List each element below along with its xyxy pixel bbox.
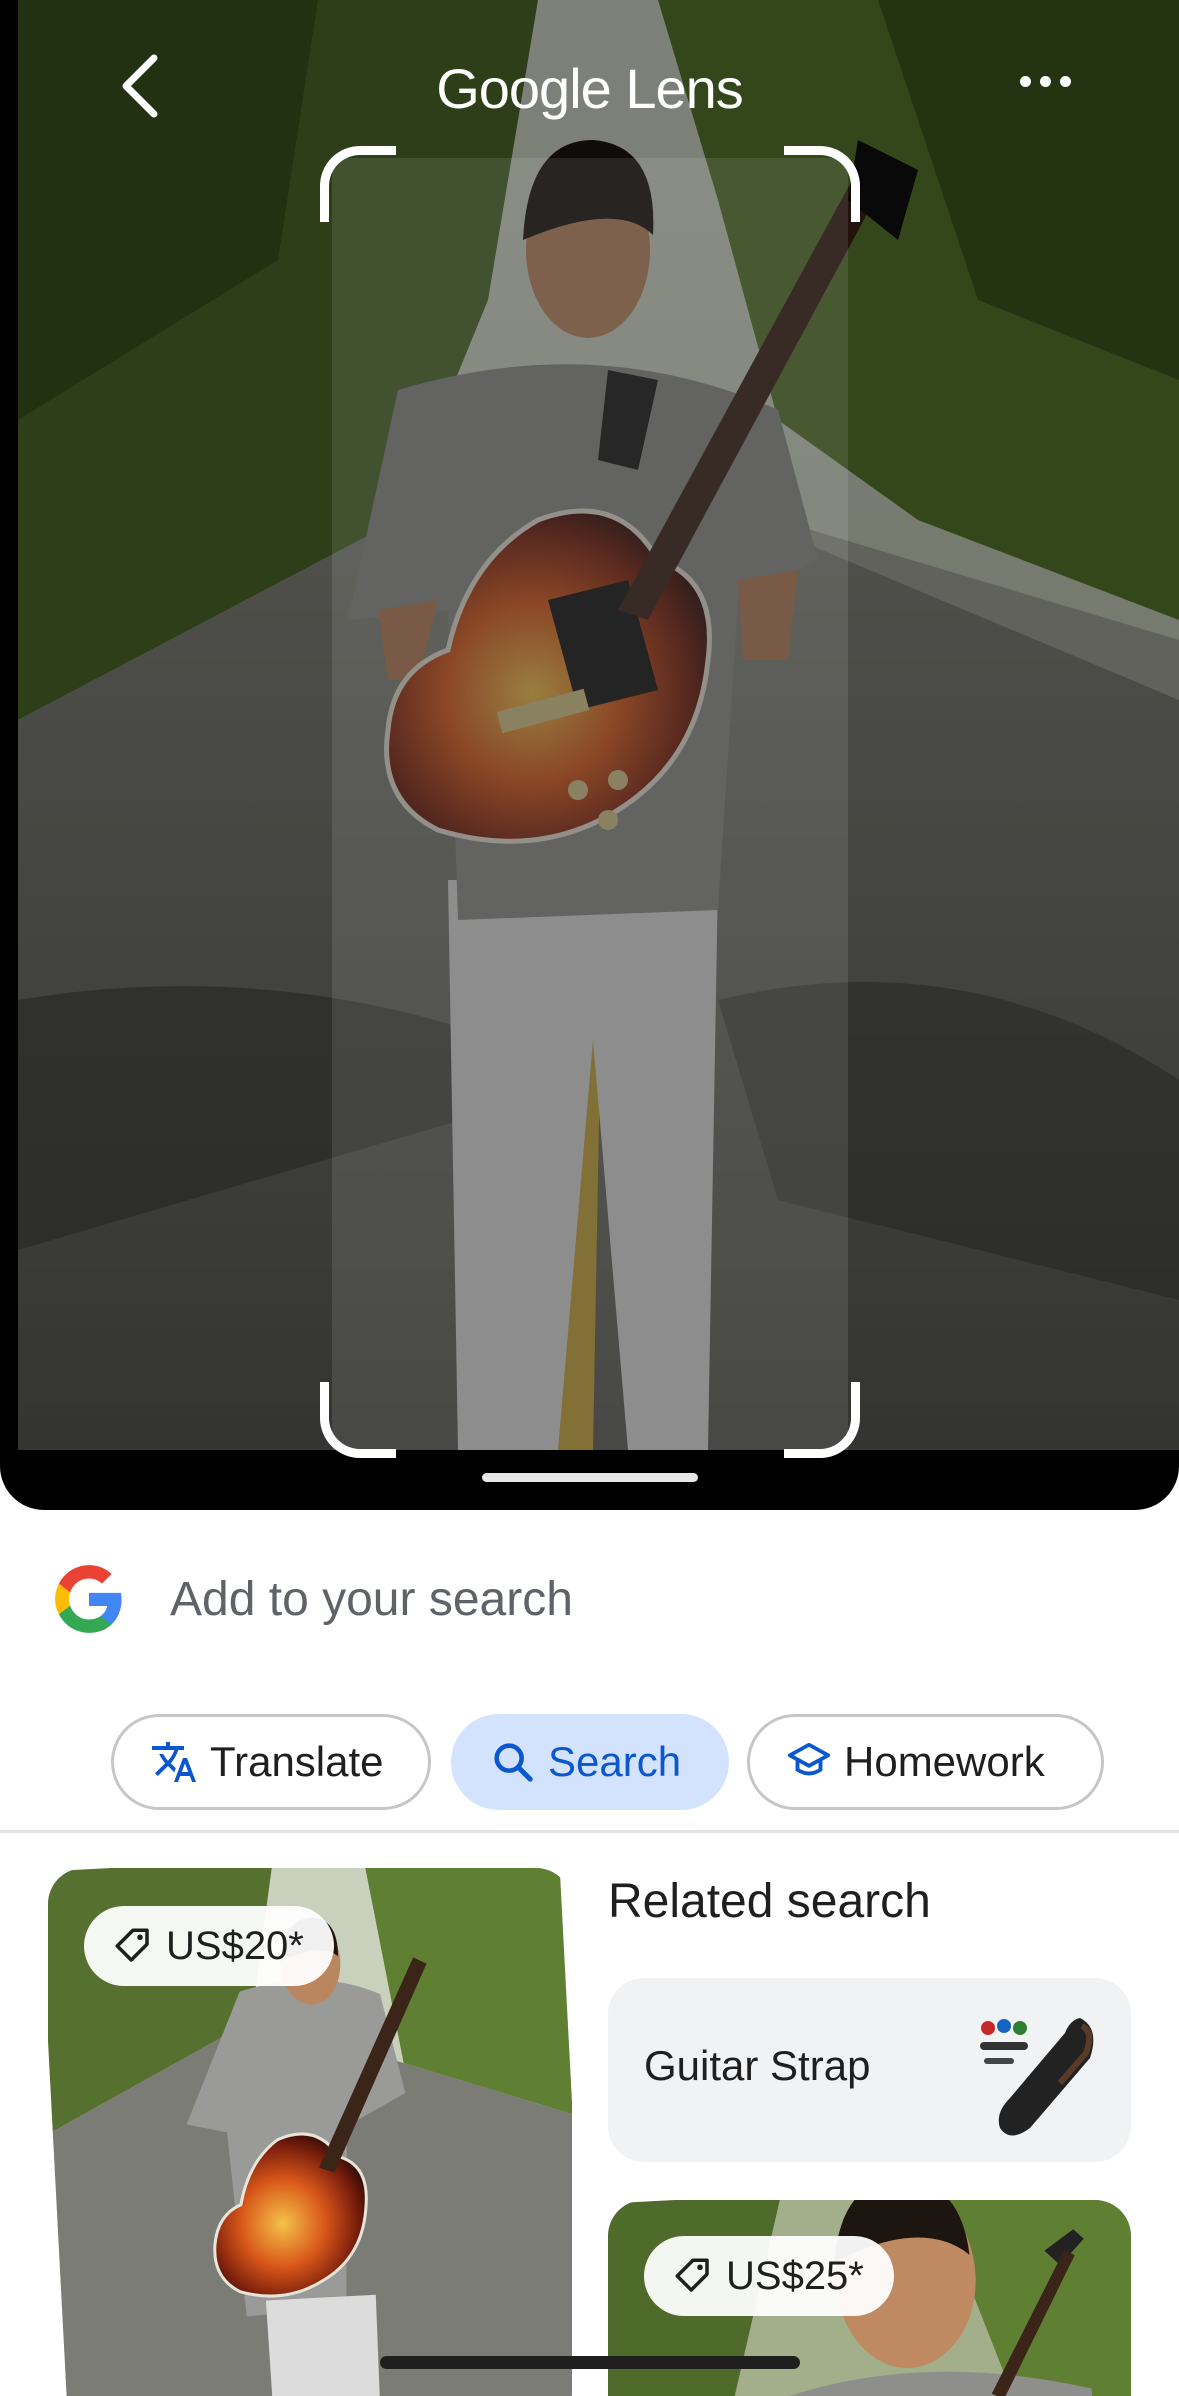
search-chip[interactable]: Search: [451, 1714, 729, 1810]
homework-chip-label: Homework: [844, 1738, 1045, 1785]
more-horizontal-icon: [1019, 75, 1031, 87]
price-tag-icon: [115, 1928, 149, 1962]
guitar-strap-thumbnail: [980, 2018, 1094, 2136]
price-tag-badge: US$20*: [84, 1906, 334, 1986]
google-g-icon: [55, 1565, 122, 1633]
more-options-button[interactable]: [1000, 46, 1090, 116]
translate-chip[interactable]: Translate: [111, 1714, 431, 1810]
search-chip-label: Search: [548, 1738, 682, 1785]
sheet-drag-handle[interactable]: [482, 1473, 698, 1482]
related-search-heading: Related search: [608, 1875, 931, 1928]
translate-chip-label: Translate: [210, 1738, 384, 1785]
selection-corner-top-right[interactable]: [784, 146, 860, 222]
home-indicator[interactable]: [380, 2356, 800, 2369]
search-input[interactable]: Add to your search: [170, 1572, 573, 1627]
homework-chip[interactable]: Homework: [747, 1714, 1104, 1810]
image-viewer: Google Lens: [0, 0, 1179, 1510]
homework-icon: [787, 1742, 831, 1776]
price-text: US$20*: [166, 1923, 304, 1968]
translate-icon: [152, 1742, 196, 1782]
selection-area[interactable]: [332, 158, 848, 1450]
selection-corner-bottom-left[interactable]: [320, 1382, 396, 1458]
price-tag-icon: [675, 2258, 709, 2292]
divider: [0, 1830, 1179, 1833]
price-text-2: US$25*: [726, 2253, 864, 2298]
selection-corner-top-left[interactable]: [320, 146, 396, 222]
related-search-label: Guitar Strap: [644, 2042, 871, 2089]
price-tag-badge-2: US$25*: [644, 2236, 894, 2316]
related-search-item[interactable]: Guitar Strap: [608, 1978, 1131, 2162]
search-icon: [494, 1743, 533, 1782]
